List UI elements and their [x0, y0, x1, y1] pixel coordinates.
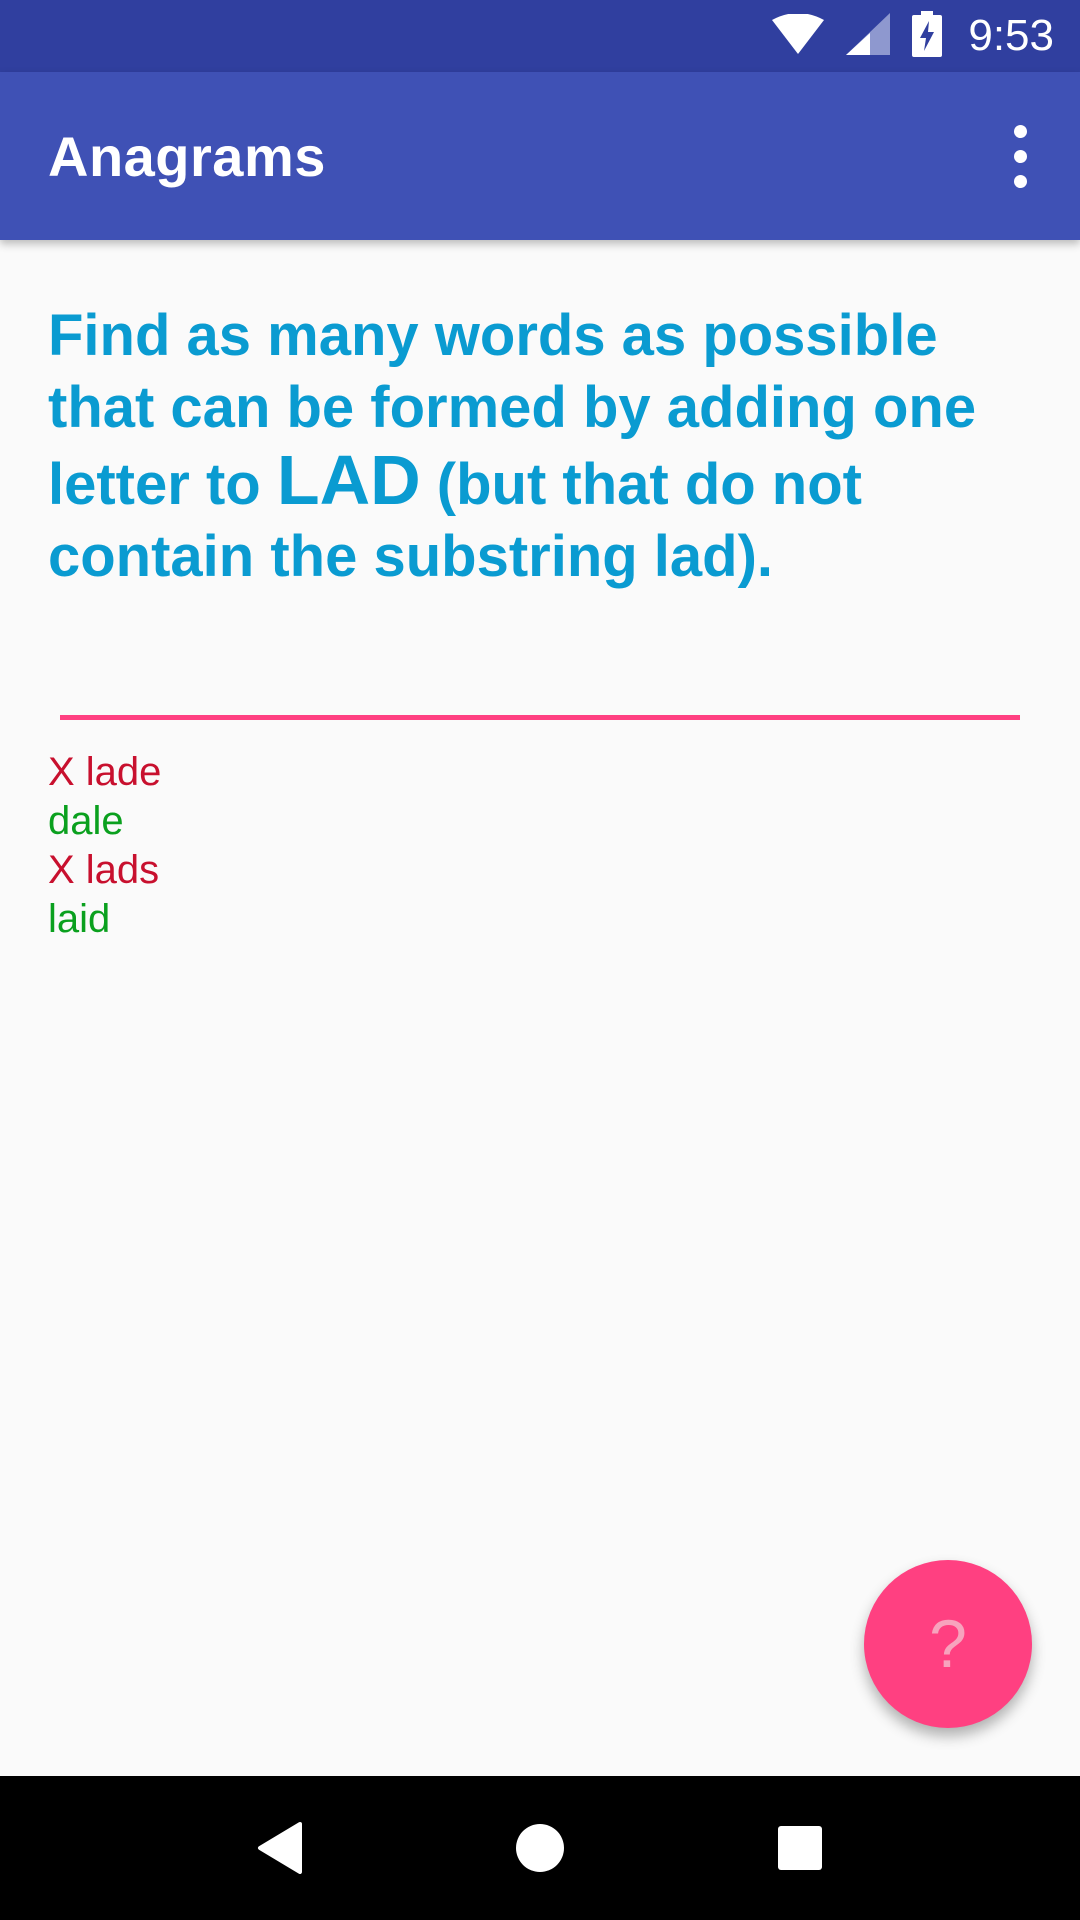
home-icon[interactable]: [490, 1798, 590, 1898]
app-bar: Anagrams: [0, 72, 1080, 240]
more-vert-icon[interactable]: [1000, 106, 1040, 206]
recents-icon[interactable]: [750, 1798, 850, 1898]
help-button[interactable]: ?: [864, 1560, 1032, 1728]
back-icon[interactable]: [230, 1798, 330, 1898]
cell-signal-icon: [846, 12, 891, 60]
guess-item-right: laid: [48, 897, 111, 941]
guess-list: X lade dale X lads laid: [48, 748, 948, 944]
word-input[interactable]: [60, 640, 1020, 720]
navigation-bar: [0, 1776, 1080, 1920]
help-icon: ?: [929, 1606, 967, 1682]
app-title: Anagrams: [48, 124, 326, 188]
instructions-text: Find as many words as possible that can …: [48, 300, 1048, 593]
guess-item-wrong: X lade: [48, 750, 162, 794]
guess-item-right: dale: [48, 799, 124, 843]
battery-charging-icon: [912, 10, 943, 62]
status-time: 9:53: [968, 11, 1054, 60]
base-word: LAD: [276, 441, 421, 519]
wifi-icon: [772, 12, 825, 59]
status-bar: 9:53: [0, 0, 1080, 72]
guess-item-wrong: X lads: [48, 848, 160, 892]
